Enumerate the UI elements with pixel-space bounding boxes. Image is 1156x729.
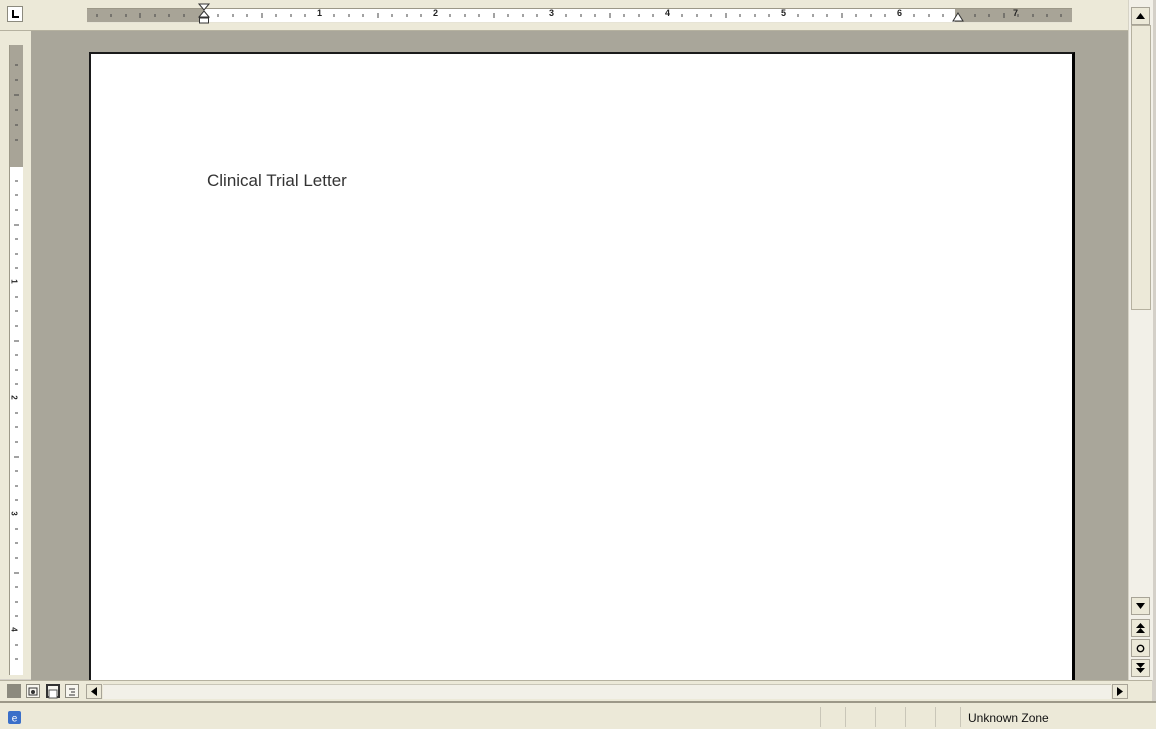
status-cell	[935, 707, 936, 727]
security-zone-label: Unknown Zone	[968, 711, 1049, 725]
ruler-number: 6	[897, 8, 903, 18]
vertical-ruler-number: 4	[9, 627, 19, 632]
web-layout-view-icon[interactable]	[26, 684, 40, 698]
hanging-indent-icon[interactable]	[198, 3, 210, 25]
ruler-number: 2	[433, 8, 439, 18]
vertical-ruler-number: 3	[9, 511, 19, 516]
ruler-ticks	[96, 13, 1062, 18]
arrow-left-icon[interactable]	[86, 684, 102, 699]
tab-stop-left-icon[interactable]	[7, 6, 23, 22]
vertical-ruler[interactable]: 1 2 3 4	[9, 45, 23, 675]
vertical-scrollbar[interactable]	[1128, 0, 1153, 680]
vertical-ruler-number: 1	[9, 279, 19, 284]
double-arrow-up-icon[interactable]	[1131, 619, 1150, 637]
right-indent-icon[interactable]	[952, 12, 964, 22]
document-page[interactable]: Clinical Trial Letter	[89, 52, 1075, 680]
word-editor-window: 1 2 3 4 5 6 7 1 2 3 4 Clinical Trial Let…	[0, 0, 1156, 729]
print-layout-view-icon[interactable]	[46, 684, 60, 699]
arrow-down-icon[interactable]	[1131, 597, 1150, 615]
horizontal-ruler-bar: 1 2 3 4 5 6 7	[0, 0, 1128, 31]
view-and-horizontal-scroll-bar	[0, 680, 1152, 702]
status-cell	[845, 707, 846, 727]
svg-text:e: e	[12, 714, 18, 725]
double-arrow-down-icon[interactable]	[1131, 659, 1150, 677]
ruler-number: 1	[317, 8, 323, 18]
vertical-ruler-ticks	[14, 64, 19, 660]
outline-view-icon[interactable]	[65, 684, 79, 698]
normal-view-icon[interactable]	[7, 684, 21, 698]
status-cell	[960, 707, 961, 727]
ruler-number: 5	[781, 8, 787, 18]
document-workspace: Clinical Trial Letter	[31, 31, 1128, 680]
document-heading[interactable]: Clinical Trial Letter	[207, 171, 347, 191]
horizontal-ruler[interactable]: 1 2 3 4 5 6 7	[87, 3, 1072, 24]
status-bar: e Unknown Zone	[0, 701, 1156, 729]
status-cell	[820, 707, 821, 727]
vertical-ruler-bar: 1 2 3 4	[0, 31, 31, 679]
circle-icon[interactable]	[1131, 639, 1150, 657]
ruler-number: 3	[549, 8, 555, 18]
ruler-number: 7	[1013, 8, 1019, 18]
internet-explorer-icon: e	[8, 711, 21, 725]
status-cell	[875, 707, 876, 727]
arrow-right-icon[interactable]	[1112, 684, 1128, 699]
horizontal-scroll-track[interactable]	[103, 684, 1111, 699]
ruler-number: 4	[665, 8, 671, 18]
vertical-scroll-thumb[interactable]	[1131, 25, 1151, 310]
status-cell	[905, 707, 906, 727]
arrow-up-icon[interactable]	[1131, 7, 1150, 25]
vertical-ruler-number: 2	[9, 395, 19, 400]
